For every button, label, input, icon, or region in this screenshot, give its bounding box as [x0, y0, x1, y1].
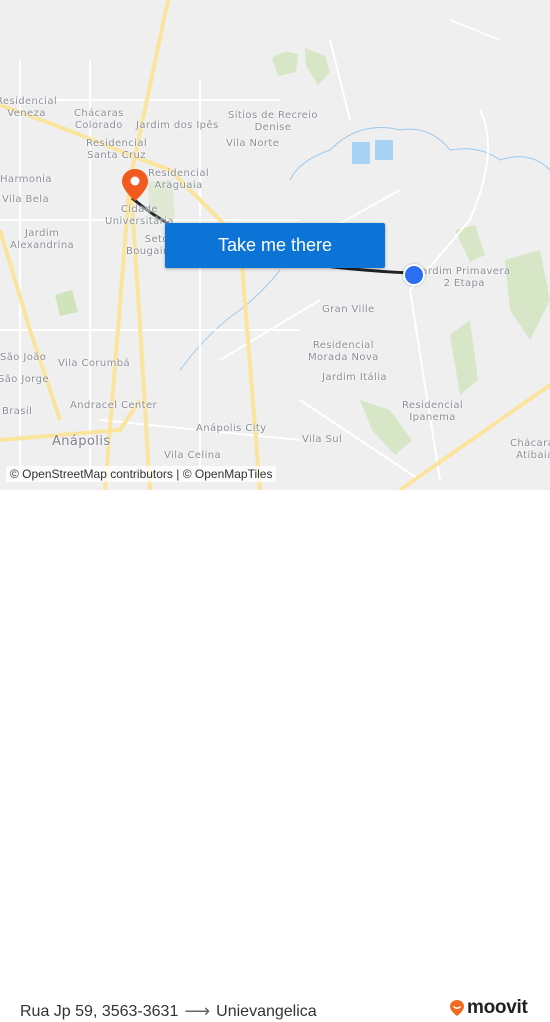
origin-address: Rua Jp 59, 3563-3631: [20, 1002, 179, 1020]
origin-dot-icon[interactable]: [403, 264, 425, 286]
park-area: [455, 225, 485, 262]
footer-bar: Rua Jp 59, 3563-3631 ⟶ Unievangelica moo…: [0, 490, 550, 1021]
moovit-logo[interactable]: moovit: [449, 997, 528, 1019]
map-label: Cidade Universitária: [105, 204, 174, 227]
map-label: Residencial Araguaia: [148, 168, 210, 191]
moovit-pin-icon: [450, 1000, 464, 1016]
map-label: Jardim Primavera 2 Etapa: [418, 266, 511, 289]
map-label: São Jorge: [0, 374, 49, 385]
map-label: Residencial Ipanema: [402, 400, 464, 423]
park-area: [505, 250, 550, 340]
park-area: [305, 48, 330, 85]
map-label: Vila Norte: [226, 138, 280, 149]
map-label: Vila Corumbá: [58, 358, 131, 369]
arrow-right-icon: ⟶: [184, 1001, 211, 1021]
map-label: Residencial Veneza: [0, 96, 58, 119]
map-label: Vila Bela: [2, 194, 50, 205]
map-label: Jardim Itália: [322, 372, 387, 383]
map-label: Harmonia: [0, 174, 52, 185]
map-label: Residencial Santa Cruz: [86, 138, 148, 161]
destination-name: Unievangelica: [216, 1002, 317, 1020]
map-label: Vila Sul: [302, 434, 343, 445]
map-label: Chácaras Colorado: [74, 108, 124, 131]
brand-name: moovit: [467, 997, 528, 1018]
map-view[interactable]: Residencial Veneza Chácaras Colorado Jar…: [0, 0, 550, 490]
map-label: Jardim Alexandrina: [10, 228, 75, 251]
map-label: Sítios de Recreio Denise: [228, 110, 318, 133]
water-body: [375, 140, 393, 160]
park-area: [450, 320, 478, 395]
map-label: Chácaras Atibaia: [510, 438, 550, 461]
map-label: Andracel Center: [70, 400, 158, 411]
map-label: Anápolis City: [196, 423, 267, 434]
map-label: Gran Ville: [322, 304, 375, 315]
map-label: Residencial Morada Nova: [308, 340, 379, 363]
river: [289, 127, 550, 181]
park-area: [272, 52, 298, 76]
take-me-there-button[interactable]: Take me there: [165, 223, 385, 268]
route-summary: Rua Jp 59, 3563-3631 ⟶ Unievangelica: [20, 1001, 317, 1022]
water-body: [352, 142, 370, 164]
map-label: São João: [0, 352, 47, 363]
map-attribution[interactable]: © OpenStreetMap contributors | © OpenMap…: [6, 466, 277, 482]
map-label: Vila Celina: [164, 450, 222, 461]
map-label-city: Anápolis: [52, 434, 111, 449]
map-label: Brasil: [2, 406, 33, 417]
map-label: Jardim dos Ipês: [136, 120, 219, 131]
park-area: [55, 290, 78, 316]
